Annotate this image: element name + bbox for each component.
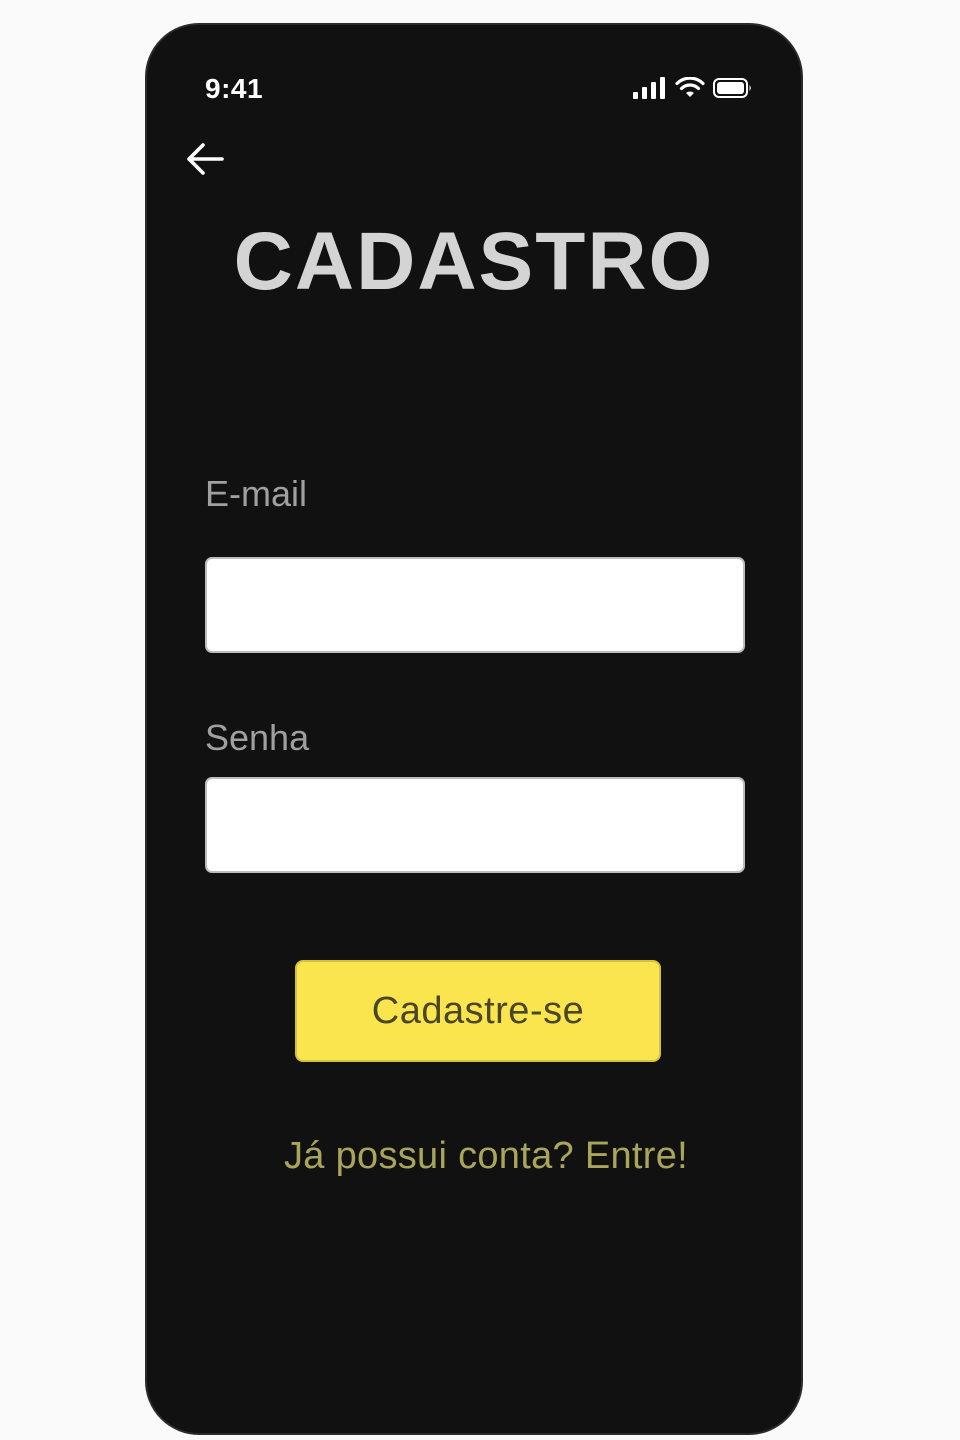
status-bar-icons — [633, 77, 753, 99]
password-input[interactable] — [205, 777, 745, 873]
wifi-icon — [675, 77, 705, 97]
cellular-signal-icon — [633, 77, 665, 99]
signup-button[interactable]: Cadastre-se — [295, 960, 661, 1062]
battery-icon — [713, 78, 751, 98]
page-background: 9:41 CADASTRO E-mail Senha Cadastre-se J… — [0, 0, 960, 1440]
login-link[interactable]: Já possui conta? Entre! — [147, 1135, 801, 1178]
email-input[interactable] — [205, 557, 745, 653]
password-label: Senha — [205, 717, 310, 758]
phone-frame: 9:41 CADASTRO E-mail Senha Cadastre-se J… — [145, 23, 803, 1435]
status-bar-time: 9:41 — [205, 73, 264, 104]
arrow-left-icon — [187, 143, 224, 175]
email-label: E-mail — [205, 473, 308, 514]
back-button[interactable] — [181, 135, 229, 183]
page-title: CADASTRO — [233, 216, 715, 307]
